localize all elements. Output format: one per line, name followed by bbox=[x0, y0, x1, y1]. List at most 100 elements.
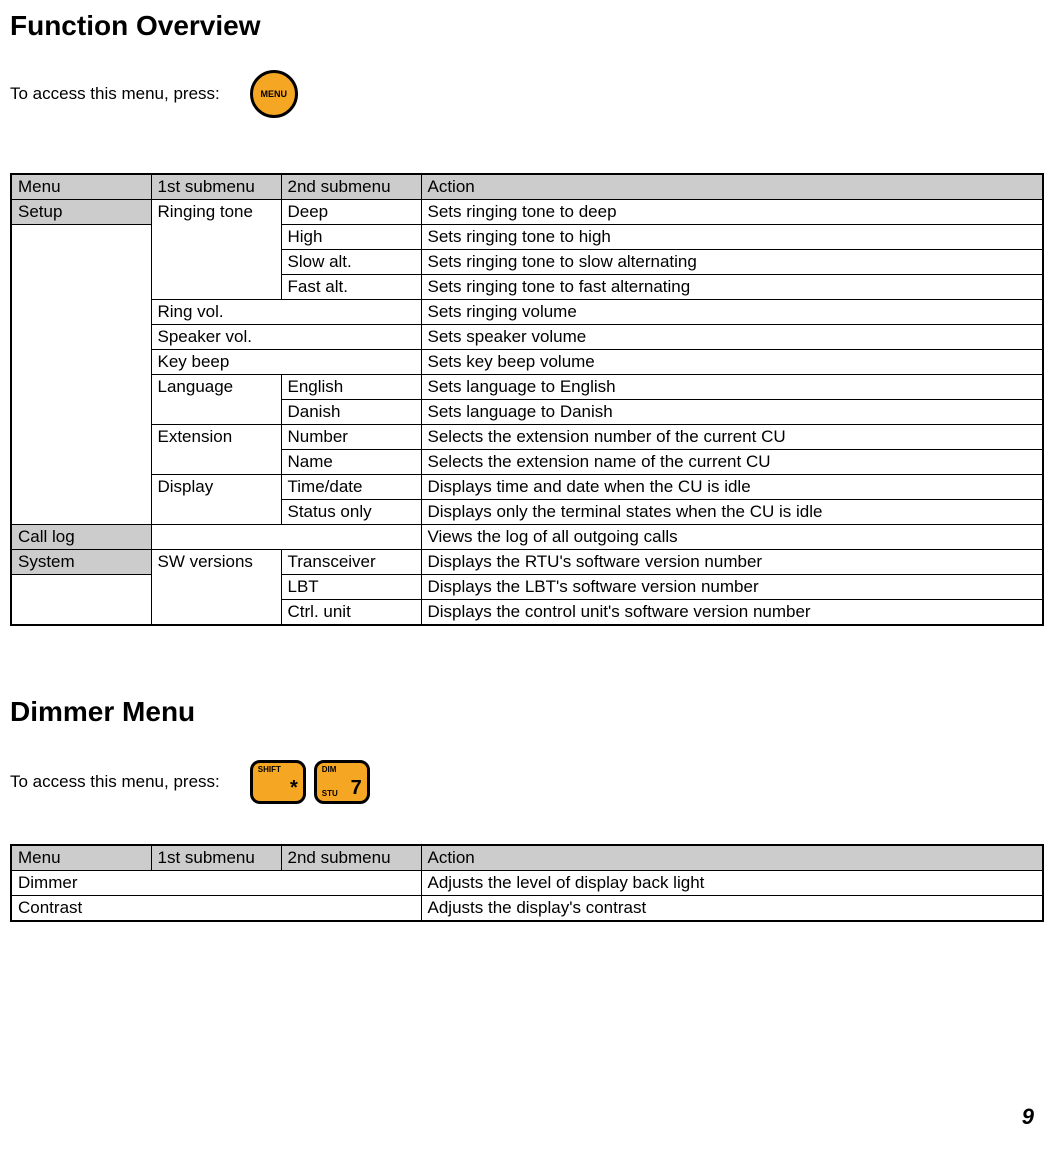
cell-empty bbox=[151, 525, 281, 550]
header-sub2: 2nd submenu bbox=[281, 174, 421, 200]
table-row: Ring vol. Sets ringing volume bbox=[11, 300, 1043, 325]
cell-contrast-a: Adjusts the display's contrast bbox=[421, 896, 1043, 922]
table-row: Language English Sets language to Englis… bbox=[11, 375, 1043, 400]
cell-deep: Deep bbox=[281, 200, 421, 225]
page-number: 9 bbox=[1022, 1104, 1034, 1130]
shift-key-icon: SHIFT * bbox=[250, 760, 306, 804]
access-instruction: To access this menu, press: MENU bbox=[10, 70, 1044, 118]
table-row: Danish Sets language to Danish bbox=[11, 400, 1043, 425]
cell-dan: Danish bbox=[281, 400, 421, 425]
cell-td-a: Displays time and date when the CU is id… bbox=[421, 475, 1043, 500]
cell-trx-a: Displays the RTU's software version numb… bbox=[421, 550, 1043, 575]
cell-empty bbox=[11, 275, 151, 300]
cell-spkvol: Speaker vol. bbox=[151, 325, 281, 350]
access-text: To access this menu, press: bbox=[10, 772, 220, 792]
header-sub1: 1st submenu bbox=[151, 845, 281, 871]
table-row: High Sets ringing tone to high bbox=[11, 225, 1043, 250]
header-menu: Menu bbox=[11, 845, 151, 871]
key-button-group: SHIFT * DIM STU 7 bbox=[250, 760, 370, 804]
menu-button-label: MENU bbox=[261, 89, 288, 99]
cell-fast-a: Sets ringing tone to fast alternating bbox=[421, 275, 1043, 300]
cell-empty bbox=[151, 225, 281, 250]
cell-name: Name bbox=[281, 450, 421, 475]
table-row: Extension Number Selects the extension n… bbox=[11, 425, 1043, 450]
cell-ext: Extension bbox=[151, 425, 281, 450]
cell-dimmer-a: Adjusts the level of display back light bbox=[421, 871, 1043, 896]
header-action: Action bbox=[421, 845, 1043, 871]
cell-disp: Display bbox=[151, 475, 281, 500]
cell-ctrl-a: Displays the control unit's software ver… bbox=[421, 600, 1043, 626]
table-row: Call log Views the log of all outgoing c… bbox=[11, 525, 1043, 550]
cell-num-a: Selects the extension number of the curr… bbox=[421, 425, 1043, 450]
cell-empty bbox=[151, 250, 281, 275]
cell-num: Number bbox=[281, 425, 421, 450]
cell-eng: English bbox=[281, 375, 421, 400]
cell-ctrl: Ctrl. unit bbox=[281, 600, 421, 626]
cell-empty bbox=[11, 225, 151, 250]
cell-empty bbox=[11, 375, 151, 400]
cell-empty bbox=[11, 450, 151, 475]
table-row: Fast alt. Sets ringing tone to fast alte… bbox=[11, 275, 1043, 300]
cell-fast: Fast alt. bbox=[281, 275, 421, 300]
shift-key-big: * bbox=[290, 778, 298, 798]
cell-calllog: Call log bbox=[11, 525, 151, 550]
cell-td: Time/date bbox=[281, 475, 421, 500]
access-instruction: To access this menu, press: SHIFT * DIM … bbox=[10, 760, 1044, 804]
cell-keybeep: Key beep bbox=[151, 350, 281, 375]
cell-empty bbox=[281, 300, 421, 325]
cell-lang: Language bbox=[151, 375, 281, 400]
cell-empty bbox=[11, 575, 151, 600]
cell-ringvol: Ring vol. bbox=[151, 300, 281, 325]
table-row: Setup Ringing tone Deep Sets ringing ton… bbox=[11, 200, 1043, 225]
cell-system: System bbox=[11, 550, 151, 575]
cell-empty bbox=[151, 450, 281, 475]
cell-ringing: Ringing tone bbox=[151, 200, 281, 225]
dim-key-icon: DIM STU 7 bbox=[314, 760, 370, 804]
cell-slow: Slow alt. bbox=[281, 250, 421, 275]
cell-name-a: Selects the extension name of the curren… bbox=[421, 450, 1043, 475]
cell-empty bbox=[281, 896, 421, 922]
table-row: Name Selects the extension name of the c… bbox=[11, 450, 1043, 475]
table-row: LBT Displays the LBT's software version … bbox=[11, 575, 1043, 600]
table-header-row: Menu 1st submenu 2nd submenu Action bbox=[11, 174, 1043, 200]
access-text: To access this menu, press: bbox=[10, 84, 220, 104]
cell-empty bbox=[281, 325, 421, 350]
cell-so-a: Displays only the terminal states when t… bbox=[421, 500, 1043, 525]
dim-key-big: 7 bbox=[351, 778, 362, 798]
cell-empty bbox=[151, 400, 281, 425]
function-overview-table: Menu 1st submenu 2nd submenu Action Setu… bbox=[10, 173, 1044, 626]
cell-empty bbox=[151, 275, 281, 300]
table-row: Contrast Adjusts the display's contrast bbox=[11, 896, 1043, 922]
section-title: Function Overview bbox=[10, 10, 1044, 42]
table-header-row: Menu 1st submenu 2nd submenu Action bbox=[11, 845, 1043, 871]
cell-dimmer: Dimmer bbox=[11, 871, 151, 896]
cell-contrast: Contrast bbox=[11, 896, 151, 922]
table-row: Key beep Sets key beep volume bbox=[11, 350, 1043, 375]
cell-dan-a: Sets language to Danish bbox=[421, 400, 1043, 425]
cell-empty bbox=[11, 425, 151, 450]
cell-high: High bbox=[281, 225, 421, 250]
cell-eng-a: Sets language to English bbox=[421, 375, 1043, 400]
menu-button-icon: MENU bbox=[250, 70, 298, 118]
table-row: Slow alt. Sets ringing tone to slow alte… bbox=[11, 250, 1043, 275]
cell-empty bbox=[11, 350, 151, 375]
cell-empty bbox=[281, 350, 421, 375]
table-row: Dimmer Adjusts the level of display back… bbox=[11, 871, 1043, 896]
cell-empty bbox=[281, 525, 421, 550]
cell-lbt-a: Displays the LBT's software version numb… bbox=[421, 575, 1043, 600]
dim-key-top: DIM bbox=[322, 766, 362, 774]
shift-key-top: SHIFT bbox=[258, 766, 298, 774]
cell-empty bbox=[11, 600, 151, 626]
header-sub1: 1st submenu bbox=[151, 174, 281, 200]
cell-slow-a: Sets ringing tone to slow alternating bbox=[421, 250, 1043, 275]
cell-calllog-a: Views the log of all outgoing calls bbox=[421, 525, 1043, 550]
table-row: Speaker vol. Sets speaker volume bbox=[11, 325, 1043, 350]
cell-keybeep-a: Sets key beep volume bbox=[421, 350, 1043, 375]
cell-empty bbox=[11, 400, 151, 425]
table-row: Display Time/date Displays time and date… bbox=[11, 475, 1043, 500]
cell-deep-a: Sets ringing tone to deep bbox=[421, 200, 1043, 225]
dimmer-menu-table: Menu 1st submenu 2nd submenu Action Dimm… bbox=[10, 844, 1044, 922]
cell-empty bbox=[151, 896, 281, 922]
cell-ringvol-a: Sets ringing volume bbox=[421, 300, 1043, 325]
cell-empty bbox=[151, 575, 281, 600]
